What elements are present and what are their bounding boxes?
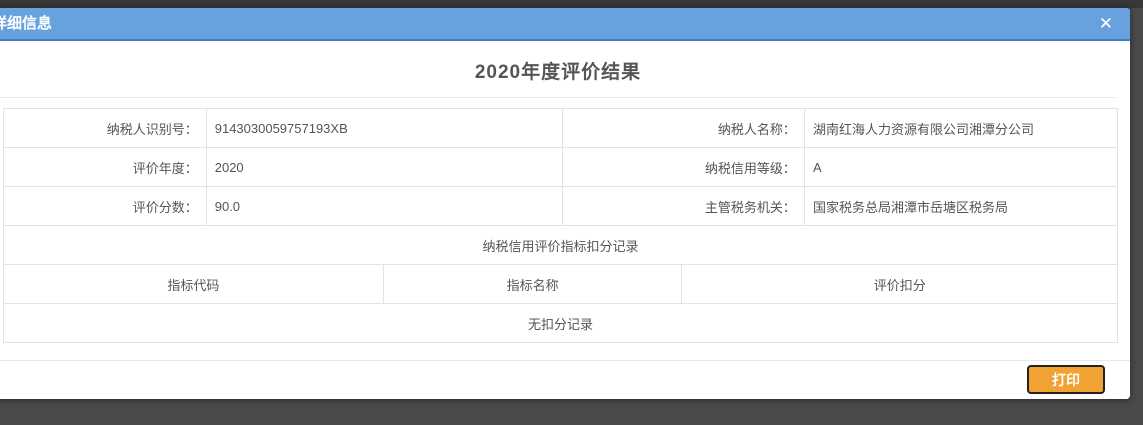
tax-authority-label: 主管税务机关： bbox=[563, 187, 805, 226]
browser-top-strip bbox=[0, 0, 1143, 8]
dialog-footer: 打印 bbox=[0, 360, 1130, 399]
eval-year-label: 评价年度： bbox=[4, 148, 207, 187]
print-button[interactable]: 打印 bbox=[1027, 365, 1105, 394]
taxpayer-id-value: 9143030059757193XB bbox=[206, 109, 562, 148]
column-header-indicator-code: 指标代码 bbox=[4, 265, 384, 304]
table-row: 评价年度： 2020 纳税信用等级： A bbox=[4, 148, 1118, 187]
taxpayer-info-table: 纳税人识别号： 9143030059757193XB 纳税人名称： 湖南红海人力… bbox=[3, 108, 1118, 226]
taxpayer-name-value: 湖南红海人力资源有限公司湘潭分公司 bbox=[804, 109, 1117, 148]
table-row: 纳税人识别号： 9143030059757193XB 纳税人名称： 湖南红海人力… bbox=[4, 109, 1118, 148]
table-header-row: 指标代码 指标名称 评价扣分 bbox=[4, 265, 1118, 304]
column-header-eval-deduction: 评价扣分 bbox=[682, 265, 1118, 304]
taxpayer-name-label: 纳税人名称： bbox=[563, 109, 805, 148]
content-area: 纳税人识别号： 9143030059757193XB 纳税人名称： 湖南红海人力… bbox=[3, 108, 1118, 343]
credit-grade-value: A bbox=[804, 148, 1117, 187]
eval-score-label: 评价分数： bbox=[4, 187, 207, 226]
credit-grade-label: 纳税信用等级： bbox=[563, 148, 805, 187]
no-deduction-records-text: 无扣分记录 bbox=[4, 304, 1118, 343]
eval-year-value: 2020 bbox=[206, 148, 562, 187]
taxpayer-id-label: 纳税人识别号： bbox=[4, 109, 207, 148]
empty-record-row: 无扣分记录 bbox=[4, 304, 1118, 343]
detail-info-dialog: 详细信息 ✕ 2020年度评价结果 纳税人识别号： 91430300597571… bbox=[0, 8, 1130, 399]
dialog-title: 详细信息 bbox=[0, 8, 1130, 39]
section-title-row: 纳税信用评价指标扣分记录 bbox=[4, 226, 1118, 265]
column-header-indicator-name: 指标名称 bbox=[383, 265, 682, 304]
deduction-records-table: 纳税信用评价指标扣分记录 指标代码 指标名称 评价扣分 无扣分记录 bbox=[3, 225, 1118, 343]
deduction-section-title: 纳税信用评价指标扣分记录 bbox=[4, 226, 1118, 265]
table-row: 评价分数： 90.0 主管税务机关： 国家税务总局湘潭市岳塘区税务局 bbox=[4, 187, 1118, 226]
dialog-titlebar: 详细信息 ✕ bbox=[0, 8, 1130, 41]
close-icon[interactable]: ✕ bbox=[1099, 8, 1113, 39]
tax-authority-value: 国家税务总局湘潭市岳塘区税务局 bbox=[804, 187, 1117, 226]
eval-score-value: 90.0 bbox=[206, 187, 562, 226]
page-title: 2020年度评价结果 bbox=[0, 41, 1116, 98]
